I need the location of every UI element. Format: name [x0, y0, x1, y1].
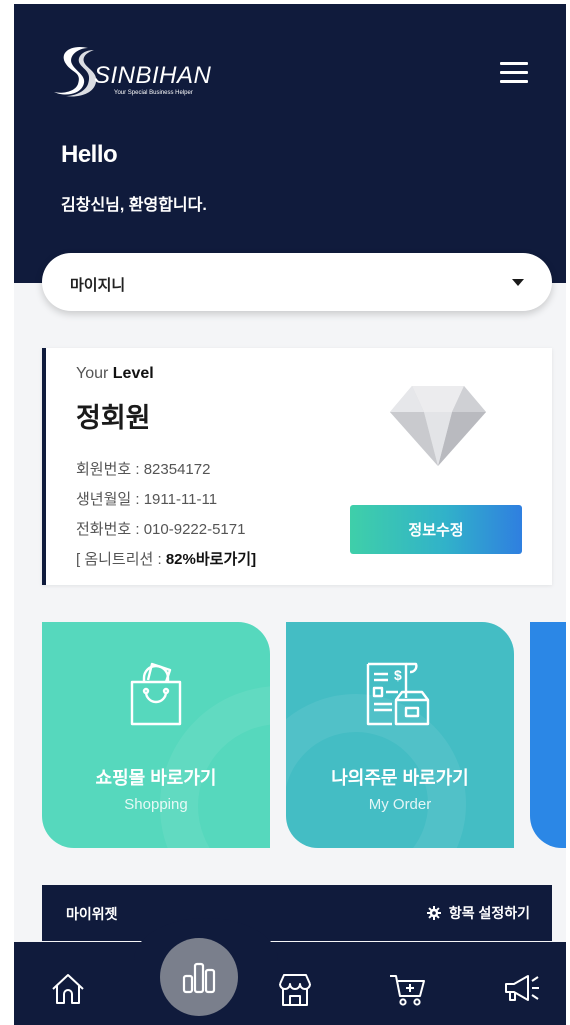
- my-widget-bar: 마이위젯 항목 설정하기: [42, 885, 552, 941]
- widget-settings-label: 항목 설정하기: [448, 905, 530, 921]
- selected-value: 마이지니: [70, 277, 126, 294]
- my-order-tile-subtitle: My Order: [368, 796, 432, 813]
- frame-edge: [566, 0, 570, 1025]
- edit-info-button[interactable]: 정보수정: [350, 505, 522, 554]
- profile-selector[interactable]: 마이지니: [42, 253, 552, 311]
- shopping-tile-subtitle: Shopping: [124, 796, 188, 813]
- member-grade: 정회원: [76, 403, 151, 433]
- phone-number-label: 전화번호 :: [76, 521, 144, 538]
- shopping-tile-title: 쇼핑몰 바로가기: [95, 768, 217, 788]
- omnitrition-link[interactable]: 82%바로가기]: [166, 551, 256, 568]
- shopping-bag-icon: [130, 662, 182, 726]
- birth-date-value: 1911-11-11: [143, 491, 218, 508]
- greeting: Hello: [61, 141, 118, 168]
- member-number-value: 82354172: [143, 461, 211, 478]
- my-order-tile[interactable]: $ 나의주문 바로가기 My Order: [286, 622, 514, 848]
- level-card: Your Level 정회원 회원번호 : 82354172 생년월일 : 19…: [42, 348, 552, 585]
- third-tile[interactable]: [530, 622, 570, 848]
- birth-date: 생년월일 : 1911-11-11: [76, 488, 217, 509]
- my-order-tile-title: 나의주문 바로가기: [331, 768, 469, 788]
- svg-text:$: $: [394, 667, 402, 683]
- diamond-icon: [390, 386, 486, 466]
- header: SINBIHAN Your Special Business Helper He…: [14, 4, 566, 283]
- hamburger-menu-icon[interactable]: [498, 60, 530, 86]
- level-label-your: Your: [76, 365, 109, 382]
- order-receipt-icon: $: [366, 662, 430, 726]
- level-label: Your Level: [76, 365, 154, 383]
- brand-name: SINBIHAN: [94, 62, 212, 89]
- omnitrition-info: [ 옴니트리션 : 82%바로가기]: [76, 548, 256, 569]
- megaphone-icon[interactable]: [502, 972, 542, 1006]
- omnitrition-label: [ 옴니트리션 :: [76, 551, 166, 568]
- store-icon[interactable]: [276, 972, 314, 1008]
- frame-edge: [0, 0, 570, 4]
- app-screen: SINBIHAN Your Special Business Helper He…: [0, 0, 570, 1025]
- member-number-label: 회원번호 :: [76, 461, 144, 478]
- brand-tagline: Your Special Business Helper: [114, 90, 193, 96]
- chart-icon: [182, 962, 216, 994]
- cart-icon[interactable]: [388, 972, 428, 1008]
- welcome-message: 김창신님, 환영합니다.: [61, 197, 207, 214]
- birth-date-label: 생년월일 :: [76, 491, 144, 508]
- brand-logo[interactable]: SINBIHAN Your Special Business Helper: [48, 42, 238, 102]
- level-label-level: Level: [112, 365, 154, 382]
- phone-number: 전화번호 : 010-9222-5171: [76, 518, 245, 539]
- caret-down-icon: [512, 279, 524, 286]
- gear-icon: [426, 906, 441, 920]
- bottom-tab-bar: [14, 918, 566, 1025]
- home-icon[interactable]: [50, 972, 86, 1006]
- shopping-tile[interactable]: 쇼핑몰 바로가기 Shopping: [42, 622, 270, 848]
- chart-tab-button[interactable]: [160, 938, 238, 1016]
- widget-settings-button[interactable]: 항목 설정하기: [426, 903, 530, 923]
- member-number: 회원번호 : 82354172: [76, 458, 210, 479]
- my-widget-title: 마이위젯: [66, 906, 118, 922]
- phone-number-value: 010-9222-5171: [143, 521, 246, 538]
- frame-edge: [0, 0, 14, 1025]
